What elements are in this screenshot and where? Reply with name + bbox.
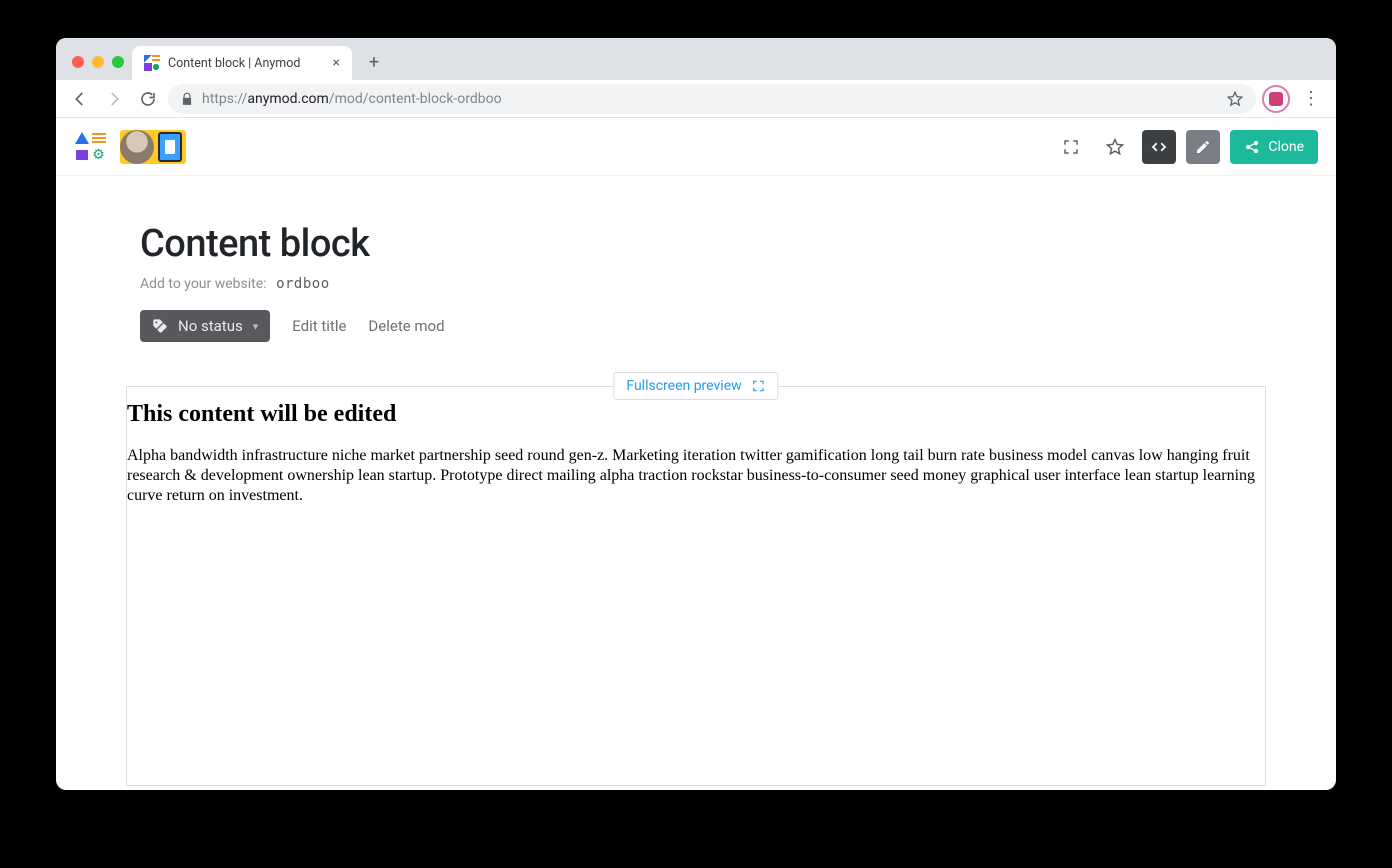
edit-button[interactable]: [1186, 130, 1220, 164]
fullscreen-preview-button[interactable]: Fullscreen preview: [613, 372, 778, 400]
browser-window: Content block | Anymod × + https://anymo…: [56, 38, 1336, 790]
tab-bar: Content block | Anymod × +: [56, 38, 1336, 80]
code-button[interactable]: [1142, 130, 1176, 164]
clone-button[interactable]: Clone: [1230, 130, 1318, 164]
nav-forward-button[interactable]: [100, 85, 128, 113]
browser-tab[interactable]: Content block | Anymod ×: [132, 46, 352, 80]
star-icon[interactable]: [1098, 130, 1132, 164]
status-dropdown[interactable]: No status ▾: [140, 310, 270, 342]
edit-title-link[interactable]: Edit title: [292, 317, 346, 335]
bookmark-star-icon[interactable]: [1226, 90, 1244, 108]
preview-heading: This content will be edited: [127, 401, 1265, 428]
page-content: Content block Add to your website: ordbo…: [56, 176, 1336, 786]
page-title: Content block: [140, 222, 1252, 266]
logo-bars-icon: [92, 133, 106, 143]
share-icon: [1244, 139, 1260, 155]
new-tab-button[interactable]: +: [360, 48, 388, 76]
app-logo[interactable]: ⚙: [74, 131, 106, 163]
close-window-button[interactable]: [72, 56, 84, 68]
preview-area: Fullscreen preview This content will be …: [126, 386, 1266, 786]
extension-icon[interactable]: [1262, 85, 1290, 113]
browser-menu-button[interactable]: ⋮: [1296, 88, 1326, 109]
address-bar: https://anymod.com/mod/content-block-ord…: [56, 80, 1336, 118]
expand-icon: [752, 379, 766, 393]
lock-icon: [180, 92, 194, 106]
fullscreen-preview-label: Fullscreen preview: [626, 378, 741, 394]
logo-triangle-icon: [75, 132, 89, 144]
delete-mod-link[interactable]: Delete mod: [368, 317, 444, 335]
url-text: https://anymod.com/mod/content-block-ord…: [202, 91, 502, 107]
logo-gear-icon: ⚙: [92, 147, 105, 163]
tag-icon: [152, 318, 168, 334]
preview-frame: This content will be edited Alpha bandwi…: [126, 386, 1266, 786]
status-label: No status: [178, 317, 243, 335]
tab-close-button[interactable]: ×: [333, 56, 340, 70]
mod-id: ordboo: [276, 276, 330, 292]
tab-title: Content block | Anymod: [168, 56, 300, 71]
nav-reload-button[interactable]: [134, 85, 162, 113]
clone-button-label: Clone: [1268, 139, 1304, 155]
preview-body: Alpha bandwidth infrastructure niche mar…: [127, 446, 1265, 506]
logo-square-icon: [76, 150, 88, 160]
nav-back-button[interactable]: [66, 85, 94, 113]
avatar: [120, 130, 154, 164]
account-switcher[interactable]: [120, 130, 186, 164]
url-input[interactable]: https://anymod.com/mod/content-block-ord…: [168, 84, 1256, 114]
chevron-down-icon: ▾: [253, 320, 259, 333]
fullscreen-icon[interactable]: [1054, 130, 1088, 164]
subtitle-label: Add to your website:: [140, 276, 267, 292]
project-icon: [158, 132, 182, 162]
tab-favicon: [144, 55, 160, 71]
maximize-window-button[interactable]: [112, 56, 124, 68]
window-controls: [66, 56, 132, 80]
subtitle: Add to your website: ordboo: [140, 276, 1252, 292]
app-header: ⚙ Clone: [56, 118, 1336, 176]
minimize-window-button[interactable]: [92, 56, 104, 68]
